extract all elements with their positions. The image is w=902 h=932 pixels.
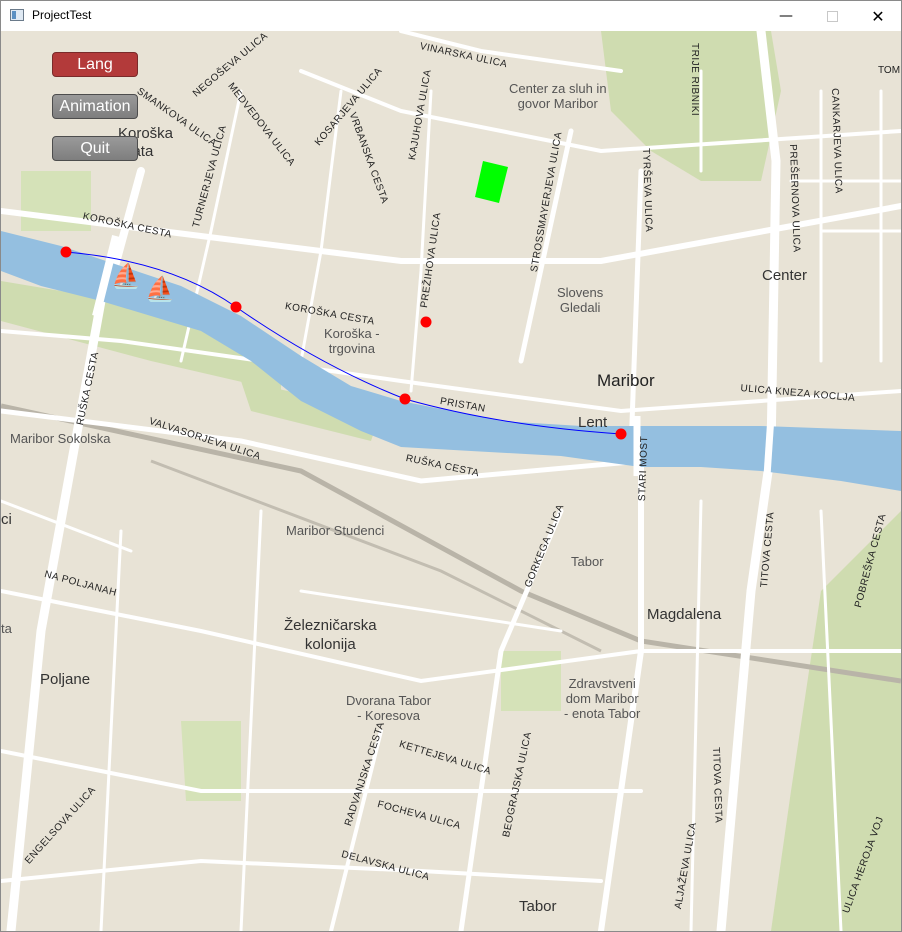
maximize-button[interactable] [809,1,855,31]
road [1,589,901,684]
app-window: ProjectTest — ✕ ⛵ ⛵ Koroška Center za sl… [0,0,902,932]
minimize-button[interactable]: — [763,1,809,31]
place-label: Slovens Gledali [557,285,604,315]
title-bar[interactable]: ProjectTest — ✕ [1,1,901,31]
waypoint-marker [615,428,627,440]
waypoint-marker [230,301,242,313]
place-label: Maribor Sokolska [10,431,111,446]
place-label: Poljane [40,671,91,688]
place-label: Magdalena [647,606,722,623]
lang-button[interactable]: Lang [52,52,138,77]
place-label: Center za sluh in govor Maribor [509,81,607,111]
road [1,858,603,883]
road [458,508,564,931]
place-label: ta [1,621,12,636]
quit-button[interactable]: Quit [52,136,138,161]
place-label: Maribor [597,371,655,390]
window-title: ProjectTest [32,8,92,22]
bridge [762,415,775,492]
waypoint-marker [60,246,72,258]
place-label: ci [1,511,12,528]
park-area [501,651,561,711]
place-label: Koroška - trgovina [324,326,380,356]
park-area [771,511,901,931]
map-view[interactable]: ⛵ ⛵ Koroška Vrata Center za sluh in govo… [1,31,901,931]
app-icon [10,9,24,21]
waypoint-marker [420,316,432,328]
place-label: Zdravstveni dom Maribor - enota Tabor [564,676,641,721]
animation-button[interactable]: Animation [52,94,138,119]
place-label: Tabor [571,554,604,569]
sailboat-icon: ⛵ [145,275,175,303]
maximize-icon [826,10,838,22]
place-label: Dvorana Tabor - Koresova [346,693,432,723]
place-label: Lent [578,414,608,431]
street-label: TRIJE RIBNIKI [689,43,700,117]
map-canvas [1,31,901,931]
road [1,749,643,793]
place-label: Železničarska kolonija [284,617,377,653]
street-label: STARI MOST [637,435,651,502]
green-area-marker [475,161,508,203]
road [689,499,703,931]
place-label: Center [762,267,808,284]
place-label: Tabor [519,898,557,915]
close-button[interactable]: ✕ [855,1,901,31]
place-label: Maribor Studenci [286,523,385,538]
waypoint-marker [399,393,411,405]
street-label: TOM [878,65,901,76]
road [518,128,574,364]
sailboat-icon: ⛵ [111,262,141,290]
road [239,509,263,931]
